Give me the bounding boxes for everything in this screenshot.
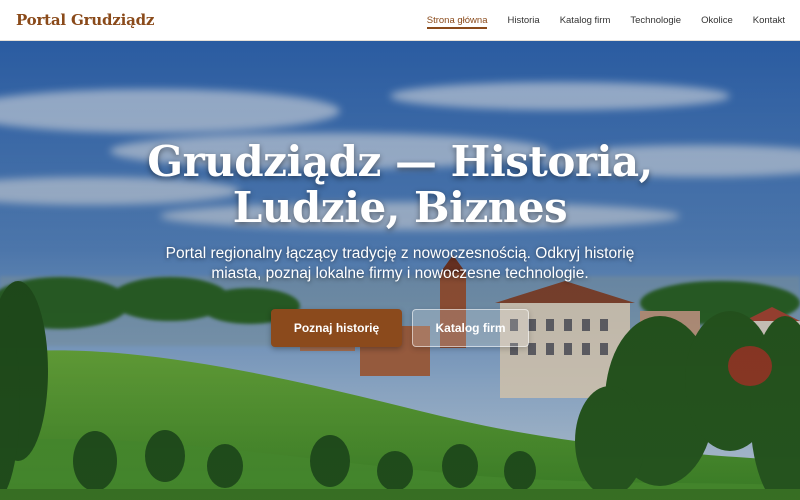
nav-item-surroundings[interactable]: Okolice	[701, 0, 733, 41]
hero-title-line-2: Ludzie, Biznes	[232, 183, 568, 232]
hero-title: Grudziądz — Historia, Ludzie, Biznes	[0, 139, 800, 231]
nav-item-business-directory[interactable]: Katalog firm	[560, 0, 611, 41]
nav-item-home[interactable]: Strona główna	[426, 0, 487, 41]
main-nav: Strona główna Historia Katalog firm Tech…	[407, 0, 785, 41]
site-logo[interactable]: Portal Grudziądz	[16, 11, 154, 29]
site-header: Portal Grudziądz Strona główna Historia …	[0, 0, 800, 41]
nav-item-technologies[interactable]: Technologie	[630, 0, 681, 41]
hero-subtitle: Portal regionalny łączący tradycję z now…	[165, 245, 635, 282]
business-directory-button[interactable]: Katalog firm	[412, 309, 529, 347]
hero-title-line-1: Grudziądz — Historia,	[147, 137, 653, 186]
nav-item-contact[interactable]: Kontakt	[753, 0, 785, 41]
explore-history-button[interactable]: Poznaj historię	[271, 309, 402, 347]
nav-item-history[interactable]: Historia	[507, 0, 539, 41]
